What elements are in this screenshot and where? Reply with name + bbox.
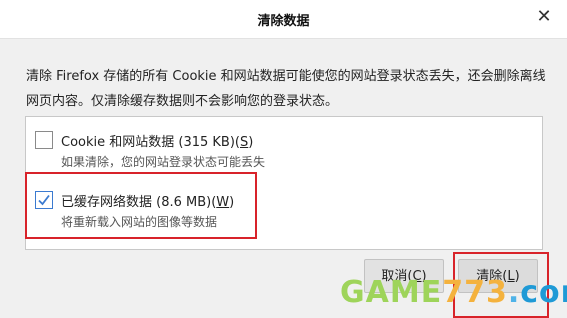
cookies-label[interactable]: Cookie 和网站数据 (315 KB)(S) — [61, 131, 253, 150]
cookies-checkbox[interactable] — [35, 131, 53, 149]
dialog-description: 清除 Firefox 存储的所有 Cookie 和网站数据可能使您的网站登录状态… — [26, 69, 546, 109]
close-icon[interactable]: ✕ — [533, 6, 555, 28]
cookies-sublabel: 如果清除，您的网站登录状态可能丢失 — [61, 155, 266, 169]
cache-option-highlight — [25, 172, 257, 239]
site-watermark: GAME773.com — [340, 275, 567, 310]
dialog-title: 清除数据 — [257, 14, 310, 29]
dialog-titlebar: 清除数据 ✕ — [0, 0, 567, 39]
